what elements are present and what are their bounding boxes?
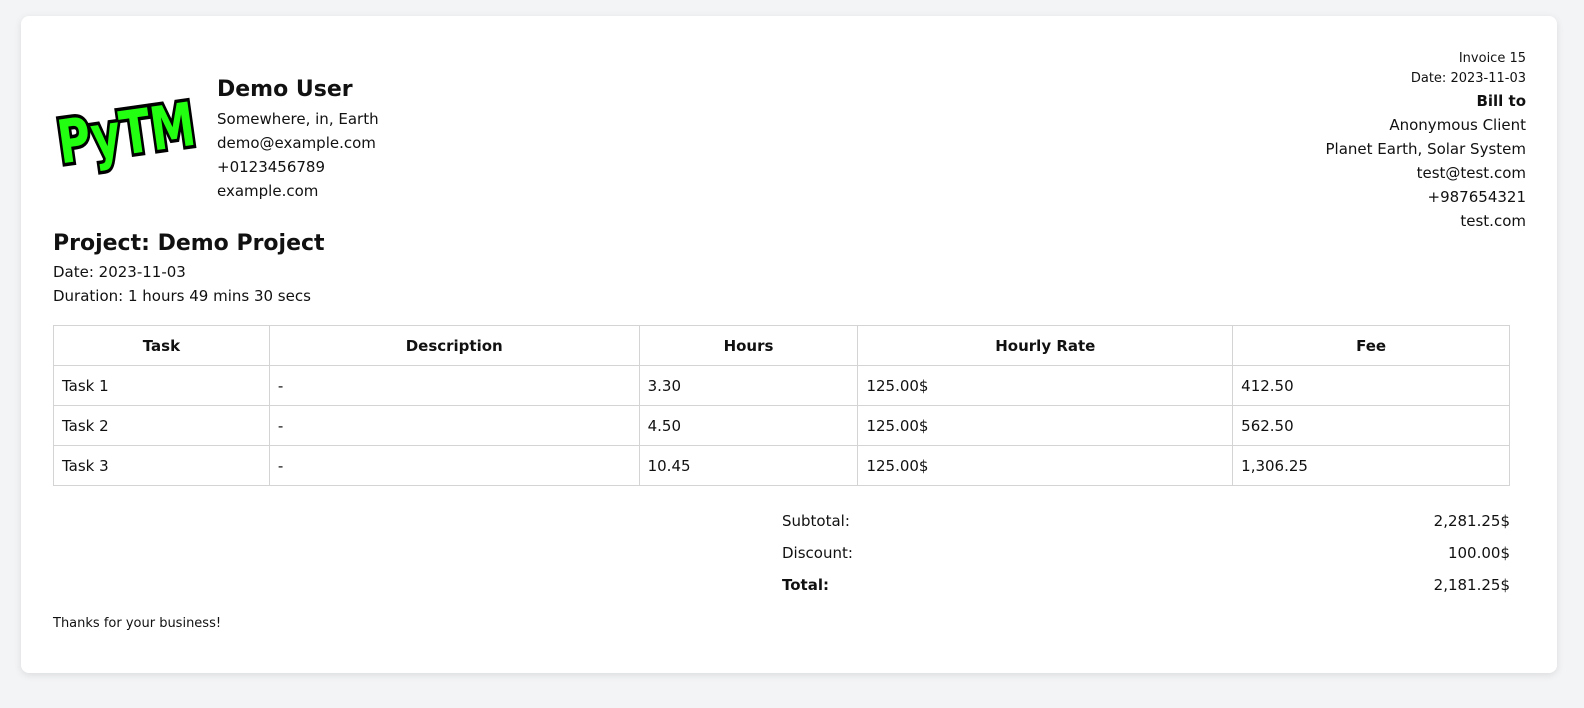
client-email: test@test.com (1416, 164, 1526, 182)
table-row: Task 1 - 3.30 125.00$ 412.50 (53, 365, 1510, 406)
client-website: test.com (1460, 212, 1526, 230)
sender-address: Somewhere, in, Earth (217, 110, 379, 128)
header-hourly-rate: Hourly Rate (857, 325, 1234, 366)
invoice-meta: Invoice 15 Date: 2023-11-03 Bill to Anon… (1326, 49, 1526, 233)
table-row: Task 3 - 10.45 125.00$ 1,306.25 (53, 445, 1510, 486)
cell-description: - (268, 445, 640, 486)
bill-to-heading: Bill to (1476, 92, 1526, 110)
cell-hours: 3.30 (638, 365, 859, 406)
thanks-note: Thanks for your business! (53, 616, 222, 631)
header-description: Description (268, 325, 640, 366)
discount-row: Discount: 100.00$ (782, 537, 1510, 569)
client-name: Anonymous Client (1389, 116, 1526, 134)
discount-value: 100.00$ (1447, 544, 1510, 562)
project-duration: Duration: 1 hours 49 mins 30 secs (53, 287, 311, 305)
project-date: Date: 2023-11-03 (53, 263, 186, 281)
cell-fee: 1,306.25 (1232, 445, 1510, 486)
cell-hours: 4.50 (638, 405, 859, 446)
client-address: Planet Earth, Solar System (1325, 140, 1526, 158)
invoice-date: Date: 2023-11-03 (1410, 71, 1526, 86)
sender-email: demo@example.com (217, 134, 376, 152)
subtotal-label: Subtotal: (782, 512, 850, 530)
project-info: Project: Demo Project Date: 2023-11-03 D… (53, 229, 325, 308)
total-row: Total: 2,181.25$ (782, 569, 1510, 601)
total-label: Total: (782, 576, 829, 594)
cell-hours: 10.45 (638, 445, 859, 486)
table-header-row: Task Description Hours Hourly Rate Fee (53, 325, 1510, 366)
sender-phone: +0123456789 (217, 158, 326, 176)
subtotal-row: Subtotal: 2,281.25$ (782, 505, 1510, 537)
cell-hourly-rate: 125.00$ (857, 405, 1234, 446)
invoice-card: PyTM Demo User Somewhere, in, Earth demo… (21, 16, 1557, 673)
cell-task: Task 2 (53, 405, 270, 446)
invoice-number: Invoice 15 (1458, 51, 1526, 66)
sender-info: Demo User Somewhere, in, Earth demo@exam… (217, 75, 379, 203)
total-value: 2,181.25$ (1433, 576, 1510, 594)
project-title: Project: Demo Project (53, 231, 325, 256)
discount-label: Discount: (782, 544, 853, 562)
sender-website: example.com (217, 182, 319, 200)
cell-hourly-rate: 125.00$ (857, 365, 1234, 406)
totals-section: Subtotal: 2,281.25$ Discount: 100.00$ To… (782, 505, 1510, 601)
svg-text:PyTM: PyTM (53, 92, 199, 178)
subtotal-value: 2,281.25$ (1433, 512, 1510, 530)
cell-fee: 412.50 (1232, 365, 1510, 406)
cell-hourly-rate: 125.00$ (857, 445, 1234, 486)
header-task: Task (53, 325, 270, 366)
pytm-logo: PyTM (52, 92, 202, 182)
header-hours: Hours (638, 325, 859, 366)
sender-name: Demo User (217, 77, 353, 102)
cell-description: - (268, 365, 640, 406)
header-fee: Fee (1232, 325, 1510, 366)
task-table: Task Description Hours Hourly Rate Fee T… (53, 325, 1510, 486)
cell-description: - (268, 405, 640, 446)
cell-fee: 562.50 (1232, 405, 1510, 446)
client-phone: +987654321 (1427, 188, 1526, 206)
cell-task: Task 3 (53, 445, 270, 486)
cell-task: Task 1 (53, 365, 270, 406)
table-row: Task 2 - 4.50 125.00$ 562.50 (53, 405, 1510, 446)
